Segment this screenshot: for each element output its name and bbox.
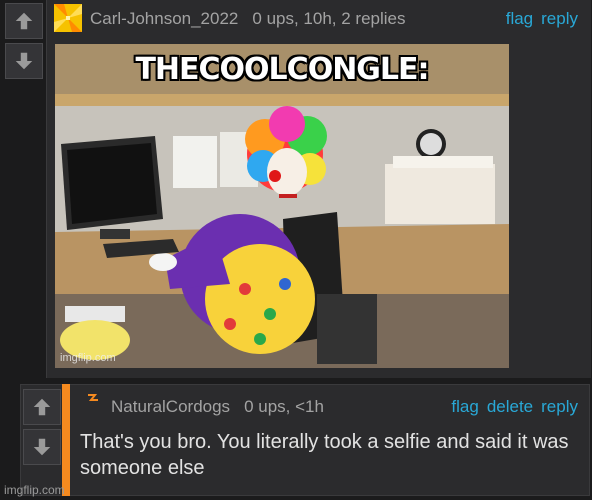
upvote-button[interactable] (23, 389, 61, 425)
flag-link[interactable]: flag (451, 397, 478, 416)
comment-1-actions: flag reply (498, 9, 578, 29)
avatar-image (54, 4, 82, 32)
upvote-arrow-icon (33, 398, 51, 416)
reply-link[interactable]: reply (541, 397, 578, 416)
reply-link[interactable]: reply (541, 9, 578, 28)
comment-stats: 0 ups, <1h (244, 397, 324, 416)
comment-2-text: That's you bro. You literally took a sel… (80, 431, 569, 479)
comment-1-meta: Carl-Johnson_2022 0 ups, 10h, 2 replies (90, 9, 406, 29)
footer-watermark: imgflip.com (4, 483, 65, 497)
downvote-button[interactable] (5, 43, 43, 79)
meme-caption: THECOOLCONGLE: (135, 52, 429, 87)
clown-office-photo (55, 44, 509, 368)
upvote-arrow-icon (15, 12, 33, 30)
comment-stats: 0 ups, 10h, 2 replies (252, 9, 406, 28)
image-watermark: imgflip.com (60, 352, 116, 364)
avatar[interactable] (84, 391, 102, 409)
comment-2-actions: flag delete reply (443, 397, 578, 417)
downvote-button[interactable] (23, 429, 61, 465)
avatar[interactable] (54, 4, 82, 32)
meme-image[interactable]: THECOOLCONGLE: imgflip.com (55, 44, 509, 368)
lightning-icon (88, 394, 98, 401)
flag-link[interactable]: flag (506, 9, 533, 28)
username[interactable]: NaturalCordogs (111, 397, 230, 416)
new-comment-indicator (62, 384, 70, 496)
downvote-arrow-icon (33, 438, 51, 456)
comment-2-meta: NaturalCordogs 0 ups, <1h (111, 397, 324, 417)
upvote-button[interactable] (5, 3, 43, 39)
username[interactable]: Carl-Johnson_2022 (90, 9, 238, 28)
delete-link[interactable]: delete (487, 397, 533, 416)
comment-1: Carl-Johnson_2022 0 ups, 10h, 2 replies f… (0, 0, 592, 382)
downvote-arrow-icon (15, 52, 33, 70)
